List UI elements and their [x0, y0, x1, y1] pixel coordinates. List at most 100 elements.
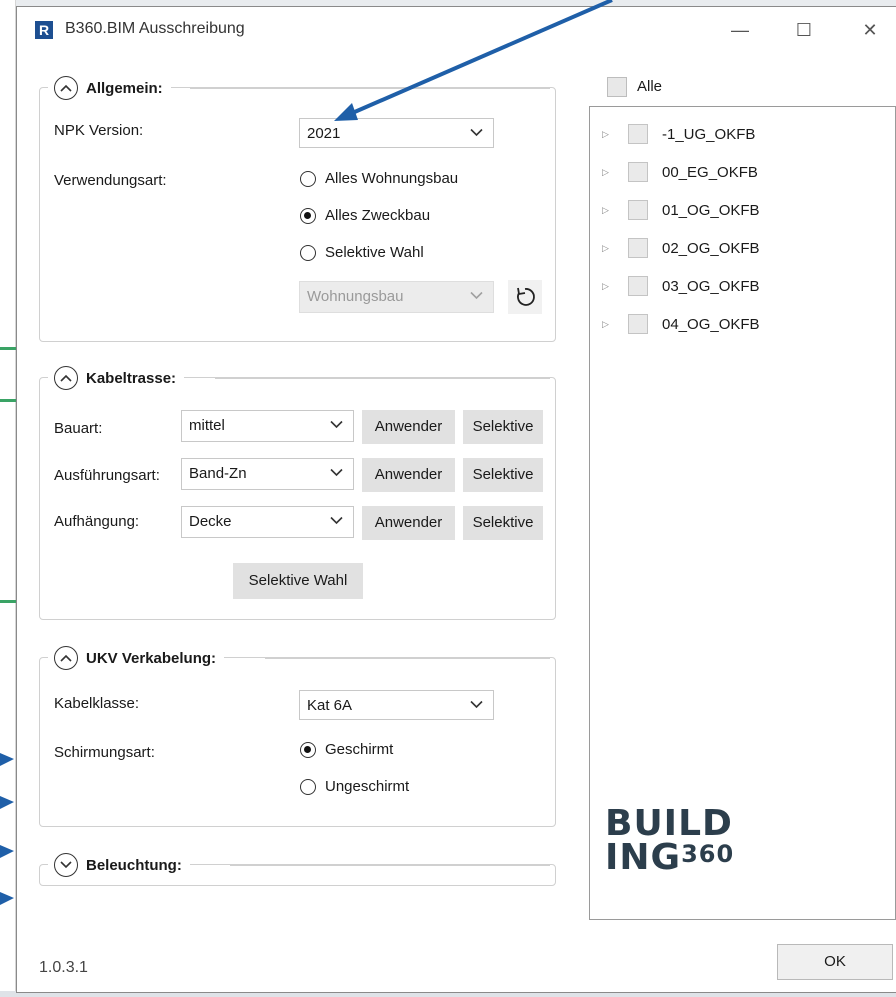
- group-ukv-verkabelung: UKV Verkabelung: Kabelklasse: Kat 6A Sch…: [39, 644, 556, 827]
- annotation-green-line: [0, 347, 16, 350]
- ausfuehrungsart-selektiv-button[interactable]: Selektive: [463, 458, 543, 492]
- ausfuehrungsart-label: Ausführungsart:: [54, 467, 160, 484]
- chevron-down-icon: [470, 128, 483, 137]
- aufhaengung-value: Decke: [189, 513, 232, 530]
- title-bar[interactable]: R B360.BIM Ausschreibung — ☐ ✕: [17, 7, 896, 53]
- expand-triangle-icon[interactable]: ▷: [602, 167, 616, 178]
- expand-triangle-icon[interactable]: ▷: [602, 129, 616, 140]
- radio-indicator-selected: [300, 741, 316, 758]
- minimize-button[interactable]: —: [717, 13, 763, 47]
- radio-indicator-selected: [300, 207, 316, 224]
- tree-item-checkbox[interactable]: [628, 314, 648, 334]
- alle-checkbox[interactable]: [607, 77, 627, 97]
- group-allgemein-header: Allgemein:: [48, 74, 171, 102]
- expand-triangle-icon[interactable]: ▷: [602, 281, 616, 292]
- revit-app-icon: R: [35, 21, 53, 39]
- chevron-down-icon: [470, 291, 483, 300]
- group-beleuchtung-title: Beleuchtung:: [86, 856, 182, 874]
- group-ukv-header: UKV Verkabelung:: [48, 644, 225, 672]
- expand-triangle-icon[interactable]: ▷: [602, 243, 616, 254]
- annotation-green-line: [0, 399, 16, 402]
- level-tree[interactable]: ▷ -1_UG_OKFB ▷ 00_EG_OKFB ▷ 01_OG_OKFB ▷…: [589, 106, 896, 920]
- tree-item[interactable]: ▷ 00_EG_OKFB: [590, 157, 890, 187]
- window-title: B360.BIM Ausschreibung: [65, 20, 245, 37]
- radio-label: Geschirmt: [325, 741, 394, 758]
- bauart-selektiv-button[interactable]: Selektive: [463, 410, 543, 444]
- group-ukv-title: UKV Verkabelung:: [86, 649, 217, 667]
- collapse-chevron-icon[interactable]: [54, 646, 78, 670]
- tree-item-checkbox[interactable]: [628, 276, 648, 296]
- radio-label: Selektive Wahl: [325, 244, 424, 261]
- logo-line-1: BUILD: [605, 803, 733, 844]
- aufhaengung-combo[interactable]: Decke: [181, 506, 354, 538]
- kabelklasse-combo[interactable]: Kat 6A: [299, 690, 494, 720]
- kabelklasse-label: Kabelklasse:: [54, 695, 140, 712]
- group-header-line: [215, 378, 550, 379]
- radio-geschirmt[interactable]: Geschirmt: [300, 741, 393, 758]
- group-beleuchtung: Beleuchtung:: [39, 851, 556, 886]
- tree-item[interactable]: ▷ 02_OG_OKFB: [590, 233, 890, 263]
- radio-indicator: [300, 170, 316, 187]
- close-button[interactable]: ✕: [847, 13, 893, 47]
- chevron-down-icon: [470, 700, 483, 709]
- collapse-chevron-icon[interactable]: [54, 366, 78, 390]
- building360-logo: BUILD ING360: [605, 803, 734, 876]
- collapse-chevron-icon[interactable]: [54, 76, 78, 100]
- expand-triangle-icon[interactable]: ▷: [602, 205, 616, 216]
- group-header-line: [190, 88, 550, 89]
- group-beleuchtung-header: Beleuchtung:: [48, 851, 190, 879]
- group-header-line: [230, 865, 550, 866]
- tree-item-label: 02_OG_OKFB: [662, 239, 760, 257]
- chevron-down-icon: [330, 468, 343, 477]
- aufhaengung-anwenden-button[interactable]: Anwender: [362, 506, 455, 540]
- npk-version-label: NPK Version:: [54, 122, 144, 139]
- tree-item[interactable]: ▷ 04_OG_OKFB: [590, 309, 890, 339]
- ok-button[interactable]: OK: [777, 944, 893, 980]
- group-kabeltrasse: Kabeltrasse: Bauart: mittel Anwender Sel…: [39, 364, 556, 620]
- bauart-combo[interactable]: mittel: [181, 410, 354, 442]
- ausfuehrungsart-combo[interactable]: Band-Zn: [181, 458, 354, 490]
- annotation-green-line: [0, 600, 16, 603]
- aufhaengung-selektiv-button[interactable]: Selektive: [463, 506, 543, 540]
- expand-triangle-icon[interactable]: ▷: [602, 319, 616, 330]
- background-strip-left: [0, 0, 16, 997]
- radio-selektive-wahl[interactable]: Selektive Wahl: [300, 244, 424, 261]
- chevron-down-icon: [330, 420, 343, 429]
- tree-item[interactable]: ▷ 03_OG_OKFB: [590, 271, 890, 301]
- tree-item-label: 01_OG_OKFB: [662, 201, 760, 219]
- group-header-line: [265, 658, 550, 659]
- selektive-wahl-button[interactable]: Selektive Wahl: [233, 563, 363, 599]
- maximize-button[interactable]: ☐: [781, 13, 827, 47]
- ausfuehrungsart-anwenden-button[interactable]: Anwender: [362, 458, 455, 492]
- group-kabeltrasse-header: Kabeltrasse:: [48, 364, 185, 392]
- aufhaengung-label: Aufhängung:: [54, 513, 140, 530]
- logo-line-2-text: ING: [605, 837, 682, 878]
- ausfuehrungsart-value: Band-Zn: [189, 465, 247, 482]
- radio-ungeschirmt[interactable]: Ungeschirmt: [300, 778, 409, 795]
- tree-item-checkbox[interactable]: [628, 238, 648, 258]
- tree-item[interactable]: ▷ -1_UG_OKFB: [590, 119, 890, 149]
- wohnungsbau-value: Wohnungsbau: [307, 288, 404, 305]
- dialog-window: R B360.BIM Ausschreibung — ☐ ✕ Allgemein…: [16, 6, 896, 993]
- schirmungsart-label: Schirmungsart:: [54, 744, 155, 761]
- group-allgemein: Allgemein: NPK Version: 2021 Verwendungs…: [39, 74, 556, 342]
- tree-item-checkbox[interactable]: [628, 162, 648, 182]
- bauart-label: Bauart:: [54, 420, 103, 437]
- version-label: 1.0.3.1: [39, 959, 88, 976]
- expand-chevron-icon[interactable]: [54, 853, 78, 877]
- radio-alles-zweckbau[interactable]: Alles Zweckbau: [300, 207, 430, 224]
- radio-label: Ungeschirmt: [325, 778, 410, 795]
- reset-button[interactable]: [508, 280, 542, 314]
- refresh-icon: [517, 287, 535, 306]
- bauart-anwenden-button[interactable]: Anwender: [362, 410, 455, 444]
- npk-version-value: 2021: [307, 125, 341, 142]
- bauart-value: mittel: [189, 417, 225, 434]
- kabelklasse-value: Kat 6A: [307, 697, 353, 714]
- radio-alles-wohnungsbau[interactable]: Alles Wohnungsbau: [300, 170, 458, 187]
- tree-item[interactable]: ▷ 01_OG_OKFB: [590, 195, 890, 225]
- wohnungsbau-combo-disabled: Wohnungsbau: [299, 281, 494, 313]
- tree-item-checkbox[interactable]: [628, 124, 648, 144]
- npk-version-combo[interactable]: 2021: [299, 118, 494, 148]
- tree-item-checkbox[interactable]: [628, 200, 648, 220]
- logo-line-2: ING360: [605, 840, 734, 876]
